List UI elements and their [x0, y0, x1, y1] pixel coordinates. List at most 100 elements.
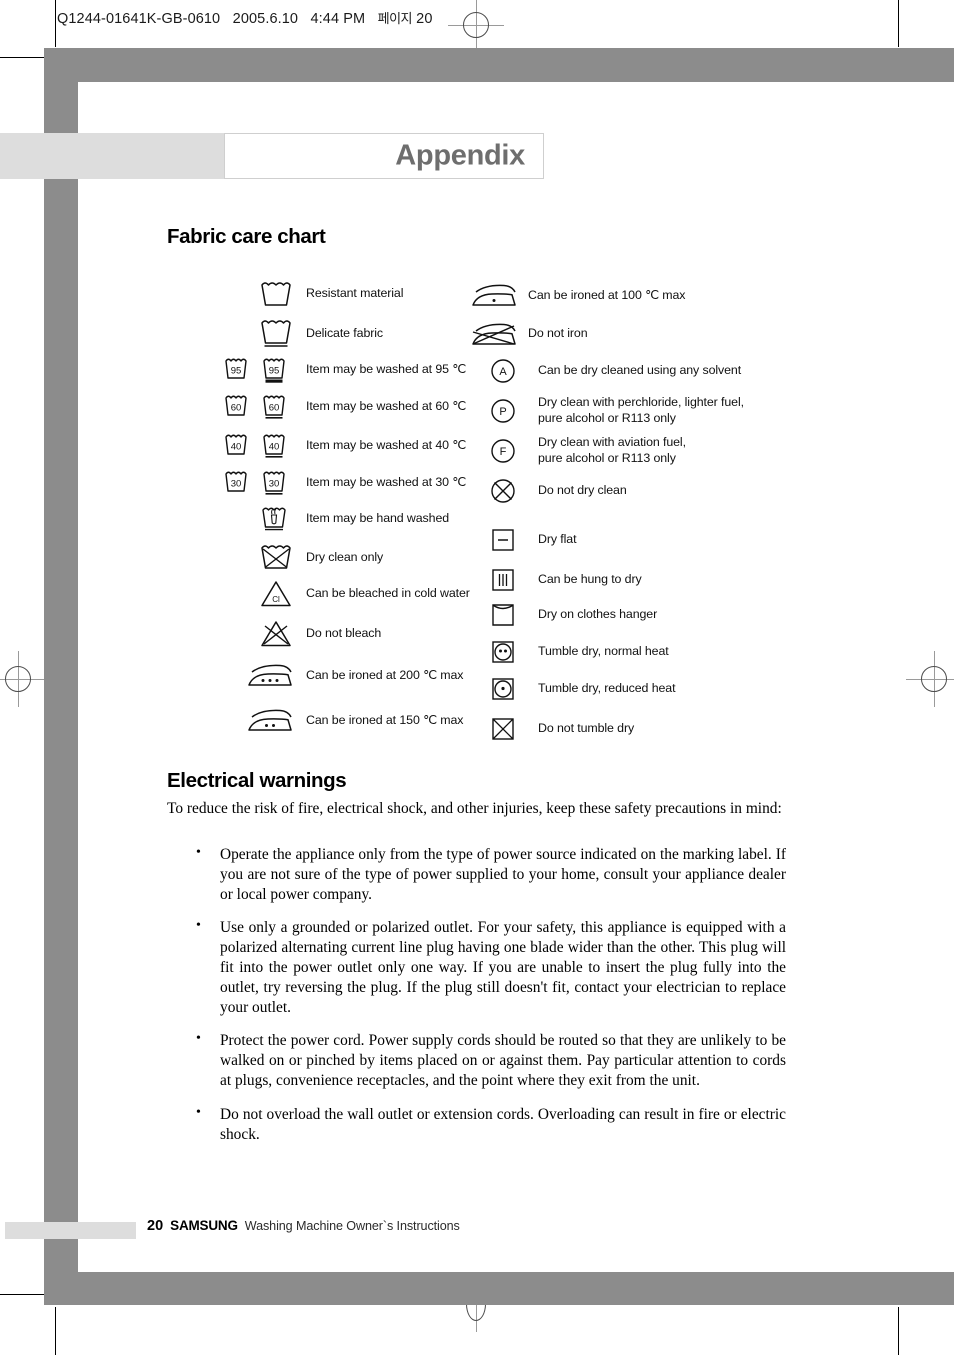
- wash-tub-40-pair-icon: 40 40: [222, 431, 296, 460]
- care-row: Do not iron: [468, 320, 588, 348]
- hand-wash-icon: [256, 504, 296, 534]
- iron-one-dot-icon: [468, 283, 522, 309]
- electrical-warnings-list: Operate the appliance only from the type…: [167, 844, 786, 1158]
- care-label: Do not bleach: [306, 626, 382, 641]
- care-label: Do not iron: [528, 326, 588, 341]
- electrical-intro-paragraph: To reduce the risk of fire, electrical s…: [167, 800, 782, 817]
- care-row: Dry on clothes hanger: [484, 602, 657, 628]
- do-not-iron-icon: [468, 320, 522, 348]
- care-row: 60 60 Item may be washed at 60 ℃: [222, 392, 466, 421]
- care-row: Do not tumble dry: [484, 716, 634, 742]
- list-item: Use only a grounded or polarized outlet.…: [167, 917, 786, 1017]
- care-row: 95 95 Item may be washed at 95 ℃: [222, 355, 466, 384]
- wash-tub-delicate-icon: [256, 318, 296, 349]
- dry-clean-a-icon: A: [484, 358, 522, 384]
- svg-text:95: 95: [269, 366, 280, 377]
- dry-clean-p-icon: P: [484, 398, 522, 424]
- page-footer: 20 SAMSUNG Washing Machine Owner`s Instr…: [147, 1218, 460, 1234]
- care-row: Can be hung to dry: [484, 567, 642, 593]
- care-row: Do not dry clean: [484, 478, 627, 504]
- care-label: Do not dry clean: [538, 483, 627, 498]
- iron-two-dots-icon: [244, 708, 298, 734]
- care-row: 40 40 Item may be washed at 40 ℃: [222, 431, 466, 460]
- care-row: Item may be hand washed: [256, 504, 449, 534]
- care-row: Can be ironed at 100 ℃ max: [468, 283, 685, 309]
- care-label: Item may be washed at 60 ℃: [306, 398, 467, 413]
- svg-text:30: 30: [269, 479, 280, 490]
- care-label: Can be ironed at 200 ℃ max: [306, 668, 464, 683]
- care-label: Can be dry cleaned using any solvent: [538, 363, 742, 378]
- svg-text:A: A: [499, 366, 507, 378]
- svg-text:40: 40: [269, 442, 280, 453]
- crop-mark-bottom-left-horizontal: [0, 1294, 46, 1296]
- svg-text:40: 40: [231, 442, 242, 453]
- care-row: F Dry clean with aviation fuel, pure alc…: [484, 435, 686, 467]
- dry-flat-icon: [484, 527, 522, 553]
- footer-brand: SAMSUNG: [170, 1218, 238, 1233]
- svg-text:P: P: [499, 406, 506, 418]
- care-row: Dry flat: [484, 527, 577, 553]
- care-row: P Dry clean with perchloride, lighter fu…: [484, 395, 744, 427]
- svg-text:60: 60: [231, 403, 242, 414]
- hang-to-dry-icon: [484, 567, 522, 593]
- footer-page-number: 20: [147, 1218, 164, 1234]
- wash-tub-95-pair-icon: 95 95: [222, 355, 296, 384]
- crop-mark-bottom-left-vertical: [55, 1307, 57, 1355]
- care-row: A Can be dry cleaned using any solvent: [484, 358, 741, 384]
- care-row: Tumble dry, normal heat: [484, 639, 669, 665]
- tumble-dry-reduced-icon: [484, 676, 522, 702]
- svg-text:60: 60: [269, 403, 280, 414]
- care-label: Item may be washed at 40 ℃: [306, 437, 467, 452]
- fabric-care-chart: Resistant material Delicate fabric 95 95: [0, 0, 954, 760]
- care-label: Dry on clothes hanger: [538, 607, 658, 622]
- care-label: Delicate fabric: [306, 325, 384, 340]
- care-label: Can be bleached in cold water: [306, 586, 470, 601]
- care-row: 30 30 Item may be washed at 30 ℃: [222, 468, 466, 497]
- footer-subtitle: Washing Machine Owner`s Instructions: [244, 1219, 460, 1233]
- drip-dry-hanger-icon: [484, 602, 522, 628]
- care-row: Resistant material: [256, 280, 403, 308]
- care-label: Can be ironed at 100 ℃ max: [528, 288, 686, 303]
- list-item: Protect the power cord. Power supply cor…: [167, 1030, 786, 1090]
- care-row: Can be ironed at 200 ℃ max: [244, 663, 463, 689]
- care-label: Dry flat: [538, 532, 577, 547]
- care-label: Can be ironed at 150 ℃ max: [306, 713, 464, 728]
- footer-accent-band: [5, 1222, 136, 1239]
- svg-text:F: F: [500, 446, 507, 458]
- care-row: Cl Can be bleached in cold water: [256, 580, 470, 608]
- care-label: Item may be washed at 95 ℃: [306, 361, 467, 376]
- care-row: Dry clean only: [256, 543, 383, 572]
- care-row: Can be ironed at 150 ℃ max: [244, 708, 463, 734]
- wash-tub-icon: [256, 280, 296, 308]
- page-frame-bottom-bar: [44, 1272, 954, 1305]
- list-item: Do not overload the wall outlet or exten…: [167, 1104, 786, 1145]
- care-label: Can be hung to dry: [538, 572, 642, 587]
- dry-clean-only-icon: [256, 543, 296, 572]
- wash-tub-30-pair-icon: 30 30: [222, 468, 296, 497]
- care-label: Dry clean with perchloride, lighter fuel…: [538, 395, 744, 425]
- dry-clean-f-icon: F: [484, 438, 522, 464]
- care-label: Item may be washed at 30 ℃: [306, 474, 467, 489]
- iron-three-dots-icon: [244, 663, 298, 689]
- care-label: Resistant material: [306, 286, 404, 301]
- care-row: Delicate fabric: [256, 318, 383, 349]
- crop-mark-bottom-right-vertical: [898, 1307, 900, 1355]
- care-label: Dry clean only: [306, 549, 384, 564]
- svg-text:95: 95: [231, 366, 242, 377]
- care-label: Item may be hand washed: [306, 511, 450, 526]
- svg-text:Cl: Cl: [272, 595, 280, 604]
- care-label: Do not tumble dry: [538, 721, 635, 736]
- care-label: Tumble dry, reduced heat: [538, 681, 676, 696]
- svg-text:30: 30: [231, 479, 242, 490]
- list-item: Operate the appliance only from the type…: [167, 844, 786, 904]
- electrical-warnings-heading: Electrical warnings: [167, 769, 347, 792]
- care-label: Dry clean with aviation fuel, pure alcoh…: [538, 435, 686, 465]
- bleach-cold-water-icon: Cl: [256, 580, 296, 608]
- care-row: Do not bleach: [256, 620, 381, 648]
- care-row: Tumble dry, reduced heat: [484, 676, 676, 702]
- wash-tub-60-pair-icon: 60 60: [222, 392, 296, 421]
- care-label: Tumble dry, normal heat: [538, 644, 669, 659]
- tumble-dry-normal-icon: [484, 639, 522, 665]
- do-not-tumble-dry-icon: [484, 716, 522, 742]
- do-not-bleach-icon: [256, 620, 296, 648]
